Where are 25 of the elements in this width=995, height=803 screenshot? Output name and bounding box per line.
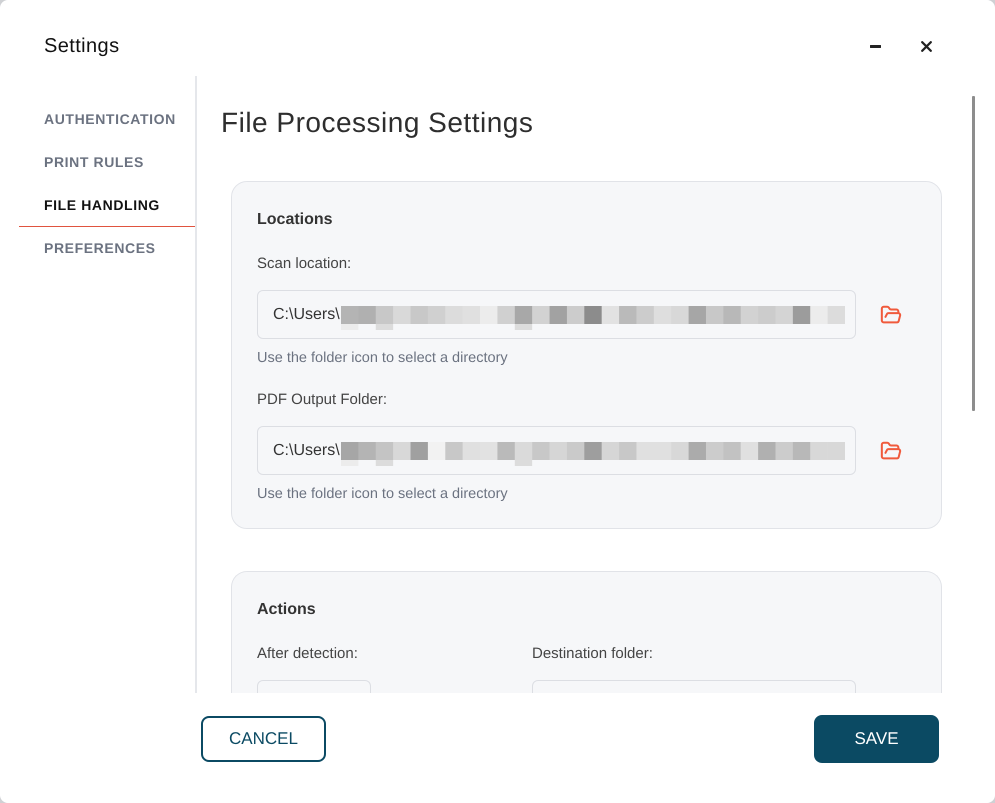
sidebar-item[interactable]: PRINT RULES xyxy=(19,141,195,184)
close-icon[interactable] xyxy=(921,40,932,52)
input-field[interactable] xyxy=(532,680,856,693)
field-label: Destination folder: xyxy=(532,644,653,664)
sidebar-item[interactable]: AUTHENTICATION xyxy=(19,98,195,141)
window-title: Settings xyxy=(44,34,120,58)
folder-icon[interactable] xyxy=(880,440,902,462)
field-label: After detection: xyxy=(257,644,358,664)
field-label: Scan location: xyxy=(257,254,352,274)
help-text: Use the folder icon to select a directory xyxy=(257,349,508,367)
save-button[interactable]: SAVE xyxy=(814,715,939,763)
sidebar-item[interactable]: FILE HANDLING xyxy=(19,184,195,227)
page-title: File Processing Settings xyxy=(221,106,534,140)
folder-icon[interactable] xyxy=(880,304,902,326)
cancel-button[interactable]: CANCEL xyxy=(201,716,326,762)
select-field[interactable] xyxy=(257,680,371,693)
scrollbar-thumb[interactable] xyxy=(972,96,975,411)
help-text: Use the folder icon to select a directory xyxy=(257,485,508,503)
section-title: Locations xyxy=(257,210,333,230)
path-field[interactable]: C:\Users\ xyxy=(257,290,856,339)
sidebar-item[interactable]: PREFERENCES xyxy=(19,227,195,270)
path-field[interactable]: C:\Users\ xyxy=(257,426,856,475)
section-title: Actions xyxy=(257,600,316,620)
field-label: PDF Output Folder: xyxy=(257,390,388,410)
minimize-icon[interactable] xyxy=(870,44,881,48)
